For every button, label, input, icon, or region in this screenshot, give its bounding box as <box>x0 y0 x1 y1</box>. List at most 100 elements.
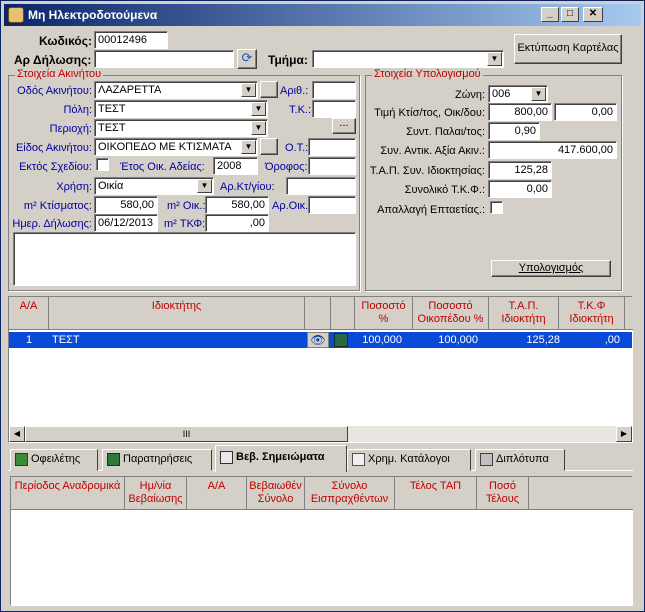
street-label: Οδός Ακινήτου: <box>17 85 92 97</box>
zone-label: Ζώνη: <box>455 89 485 101</box>
num-field[interactable] <box>312 81 356 99</box>
duplicates-icon <box>480 453 493 466</box>
tab-certificates[interactable]: Βεβ. Σημειώματα <box>215 445 347 472</box>
tab-duplicates[interactable]: Διπλότυπα <box>475 449 565 471</box>
street-select[interactable]: ΛΑΖΑΡΕΤΤΑ <box>94 81 258 99</box>
age-label: Συντ. Παλαι/τος: <box>406 126 485 138</box>
scroll-left-icon[interactable]: ◀ <box>9 426 25 442</box>
price-plot-field[interactable]: 0,00 <box>554 103 617 121</box>
year-field[interactable]: 2008 <box>213 157 258 175</box>
tab-remarks-label: Παρατηρήσεις <box>123 453 193 465</box>
notes-header-aa[interactable]: Α/Α <box>187 477 247 510</box>
street-dropdown-icon[interactable]: ▼ <box>241 83 256 97</box>
tab-debtor[interactable]: Οφειλέτης <box>10 449 98 471</box>
catalogs-icon <box>352 453 365 466</box>
zip-field[interactable] <box>312 100 356 118</box>
owners-header-pct[interactable]: Ποσοστό % <box>355 297 413 330</box>
zone-dropdown-icon[interactable]: ▼ <box>531 87 546 101</box>
main-window: Μη Ηλεκτροδοτούμενα _ □ ✕ Κωδικός: 00012… <box>0 0 645 612</box>
tkf-label: m² ΤΚΦ: <box>164 218 206 230</box>
year-label: Έτος Οικ. Αδείας: <box>120 161 205 173</box>
tap-field[interactable]: 125,28 <box>488 161 552 179</box>
street-extra-button[interactable] <box>260 81 278 98</box>
debtor-icon <box>15 453 28 466</box>
price-build-field[interactable]: 800,00 <box>488 103 552 121</box>
owners-header-view[interactable] <box>305 297 331 330</box>
notes-textarea[interactable] <box>13 232 356 286</box>
area-select[interactable]: ΤΕΣΤ <box>94 119 268 137</box>
equiv-field[interactable]: 417.600,00 <box>488 141 617 159</box>
m2-build-field[interactable]: 580,00 <box>94 196 158 214</box>
city-dropdown-icon[interactable]: ▼ <box>251 102 266 116</box>
notes-header-period[interactable]: Περίοδος Αναδρομικά <box>11 477 125 510</box>
close-button[interactable]: ✕ <box>583 7 603 22</box>
outside-plan-checkbox[interactable] <box>96 158 109 171</box>
refresh-icon[interactable]: ⟳ <box>237 49 257 69</box>
kt-field[interactable] <box>286 177 356 195</box>
type-extra-button[interactable] <box>260 138 278 155</box>
owners-header-tap[interactable]: Τ.Α.Π. Ιδιοκτήτη <box>489 297 559 330</box>
calculator-icon[interactable] <box>334 333 348 347</box>
minimize-button[interactable]: _ <box>541 7 559 22</box>
ar-oik-field[interactable] <box>308 196 356 214</box>
notes-header-filler <box>529 477 633 510</box>
owners-header-owner[interactable]: Ιδιοκτήτης <box>49 297 305 330</box>
type-select[interactable]: ΟΙΚΟΠΕΔΟ ΜΕ ΚΤΙΣΜΑΤΑ <box>94 138 258 156</box>
area-dropdown-icon[interactable]: ▼ <box>251 121 266 135</box>
notes-header-collected[interactable]: Σύνολο Εισπραχθέντων <box>305 477 395 510</box>
owners-header-pct-plot[interactable]: Ποσοστό Οικοπέδου % <box>413 297 489 330</box>
dept-dropdown-icon[interactable]: ▼ <box>487 52 502 66</box>
type-dropdown-icon[interactable]: ▼ <box>241 140 256 154</box>
date-field[interactable]: 06/12/2013 <box>94 214 158 232</box>
tab-catalogs-label: Χρημ. Κατάλογοι <box>368 453 450 465</box>
num-label: Αριθ.: <box>280 85 309 97</box>
owners-header-calc[interactable] <box>331 297 355 330</box>
tap-label: Τ.Α.Π. Συν. Ιδιοκτησίας: <box>369 165 485 177</box>
tab-catalogs[interactable]: Χρημ. Κατάλογοι <box>347 449 471 471</box>
code-field[interactable]: 00012496 <box>94 31 168 49</box>
m2-oik-label: m² Οικ.: <box>167 200 206 212</box>
title-bar[interactable]: Μη Ηλεκτροδοτούμενα _ □ ✕ <box>4 4 641 26</box>
tab-remarks[interactable]: Παρατηρήσεις <box>102 449 212 471</box>
area-ellipsis-button[interactable]: ... <box>332 118 356 134</box>
date-label: Ημερ. Δήλωσης: <box>12 218 92 230</box>
price-label: Τιμή Κτίσ/τος, Οικ/δου: <box>374 107 485 119</box>
notes-header-fee-amount[interactable]: Ποσό Τέλους <box>477 477 529 510</box>
owners-hscrollbar[interactable]: ◀ III ▶ <box>9 426 632 442</box>
m2-oik-field[interactable]: 580,00 <box>205 196 269 214</box>
city-select[interactable]: ΤΕΣΤ <box>94 100 268 118</box>
scroll-right-icon[interactable]: ▶ <box>616 426 632 442</box>
notes-header-confirmed[interactable]: Βεβαιωθέν Σύνολο <box>247 477 305 510</box>
outside-plan-label: Εκτός Σχεδίου: <box>19 161 92 173</box>
table-row[interactable]: 1 ΤΕΣΤ 👁 100,000 100,000 125,28 ,00 <box>9 332 632 348</box>
dept-select[interactable] <box>312 50 504 68</box>
city-label: Πόλη: <box>63 104 92 116</box>
age-field[interactable]: 0,90 <box>488 122 540 140</box>
exempt-checkbox[interactable] <box>490 201 503 214</box>
ot-label: Ο.Τ.: <box>285 142 309 154</box>
zip-label: Τ.Κ.: <box>289 104 312 116</box>
owners-header-aa[interactable]: Α/Α <box>9 297 49 330</box>
total-tkf-label: Συνολικό Τ.Κ.Φ.: <box>404 184 485 196</box>
maximize-button[interactable]: □ <box>561 7 579 22</box>
equiv-label: Συν. Αντικ. Αξία Ακιν.: <box>380 145 485 157</box>
exempt-label: Απαλλαγή Επταετίας.: <box>377 204 485 216</box>
owners-header-tkf[interactable]: Τ.Κ.Φ Ιδιοκτήτη <box>559 297 625 330</box>
notes-header-date[interactable]: Ημ/νία Βεβαίωσης <box>125 477 187 510</box>
area-label: Περιοχή: <box>49 123 92 135</box>
notes-header-tap-fee[interactable]: Τέλος ΤΑΠ <box>395 477 477 510</box>
floor-field[interactable] <box>308 157 356 175</box>
scroll-thumb[interactable]: III <box>25 426 348 442</box>
owner-pct-plot: 100,000 <box>438 334 478 346</box>
remarks-icon <box>107 453 120 466</box>
calculate-button[interactable]: Υπολογισμός <box>491 260 611 277</box>
ot-field[interactable] <box>308 138 356 156</box>
eye-icon[interactable]: 👁 <box>307 332 329 348</box>
tkf-field[interactable]: ,00 <box>205 214 269 232</box>
use-dropdown-icon[interactable]: ▼ <box>197 179 212 193</box>
total-tkf-field[interactable]: 0,00 <box>488 180 552 198</box>
decl-field[interactable] <box>94 50 234 68</box>
m2-build-label: m² Κτίσματος: <box>23 200 92 212</box>
use-select[interactable]: Οικία <box>94 177 214 195</box>
print-card-button[interactable]: Εκτύπωση Καρτέλας <box>514 34 622 64</box>
